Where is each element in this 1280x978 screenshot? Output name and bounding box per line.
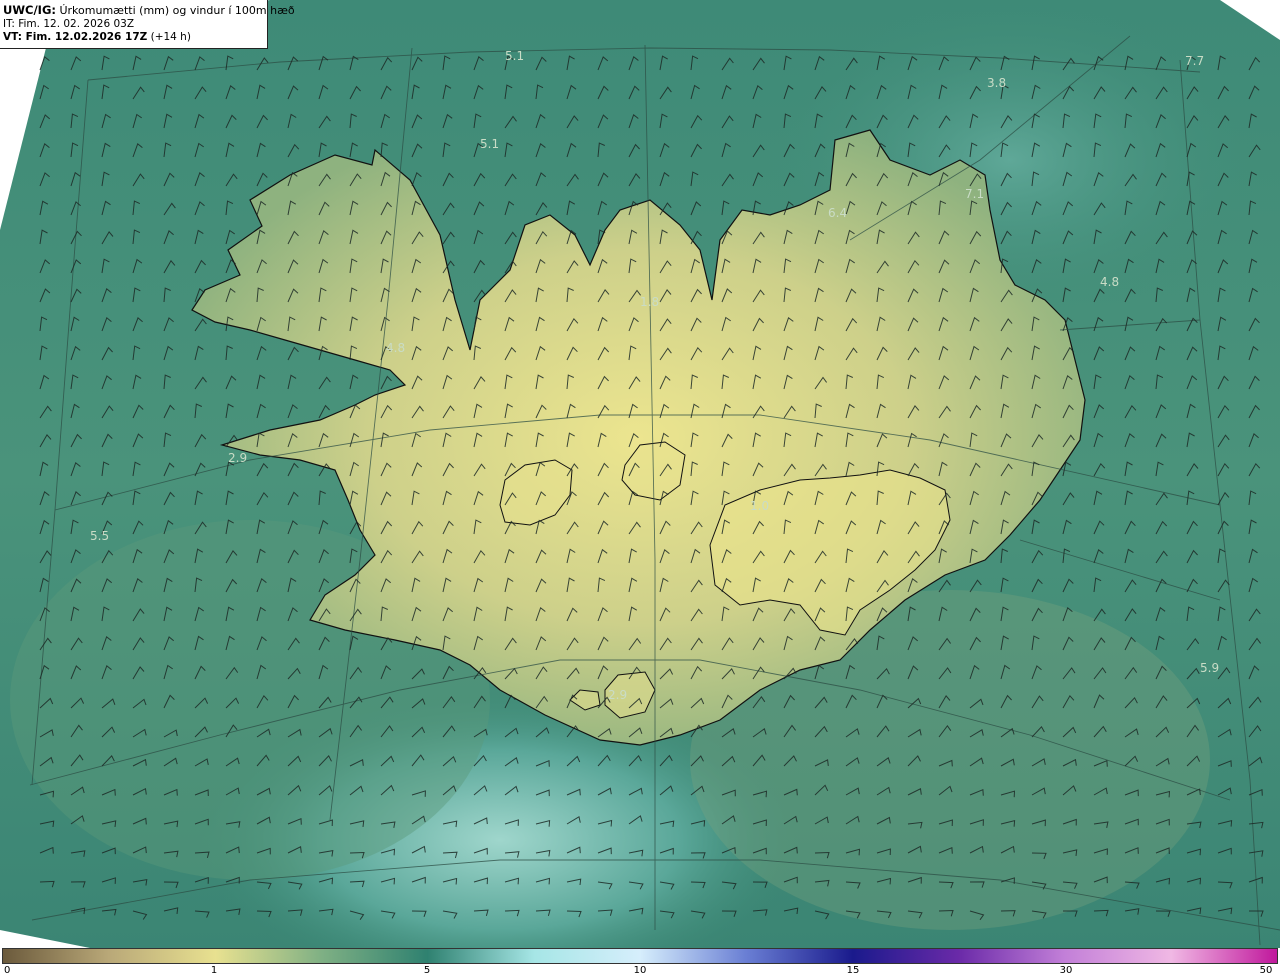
point-value-south-highlands: 1.0 [750,499,769,513]
colorbar-tick-30: 30 [1059,965,1073,976]
point-value-north-sea-mid: 5.1 [480,137,499,151]
point-value-far-ne: 7.7 [1185,54,1204,68]
product-info-box: UWC/IG: Úrkomumætti (mm) og vindur í 100… [0,0,295,49]
colorbar-tick-5: 5 [423,965,431,976]
model-prefix: UWC/IG: [3,3,56,17]
product-title: Úrkomumætti (mm) og vindur í 100m hæð [59,4,295,17]
point-value-east-sea: 4.8 [1100,275,1119,289]
colorbar-tick-50: 50 [1259,965,1273,976]
colorbar-tick-1: 1 [210,965,218,976]
point-value-west-sea: 5.5 [90,529,109,543]
colorbar-tick-0: 0 [4,965,11,976]
point-value-westfjords-south: 4.8 [386,341,405,355]
point-value-southeast-sea: 5.9 [1200,661,1219,675]
point-value-langanes: 7.1 [965,187,984,201]
colorbar-tick-15: 15 [846,965,860,976]
valid-prefix: VT: [3,31,22,43]
map-canvas: 5.1 5.1 3.8 7.7 6.4 7.1 4.8 4.8 2.9 5.5 … [0,0,1280,948]
forecast-map: 5.1 5.1 3.8 7.7 6.4 7.1 4.8 4.8 2.9 5.5 … [0,0,1280,948]
point-value-westman-islands: 2.9 [608,688,627,702]
valid-time-line: VT: Fim. 12.02.2026 17Z (+14 h) [3,31,267,44]
colorbar-strip [2,948,1278,964]
lead-time: (+14 h) [150,31,191,43]
valid-time: Fim. 12.02.2026 17Z [25,31,148,43]
issue-time: IT: Fim. 12. 02. 2026 03Z [3,18,135,30]
colorbar: 0 1 5 10 15 30 50 [0,948,1280,978]
point-value-north-interior: 1.8 [640,295,659,309]
point-value-snaefellsnes: 2.9 [228,451,247,465]
colorbar-tick-10: 10 [633,965,647,976]
point-value-northeast-coast: 6.4 [828,206,847,220]
product-title-line: UWC/IG: Úrkomumætti (mm) og vindur í 100… [3,3,295,18]
point-value-nw-sea-north: 5.1 [505,49,524,63]
point-value-ne-sea: 3.8 [987,76,1006,90]
